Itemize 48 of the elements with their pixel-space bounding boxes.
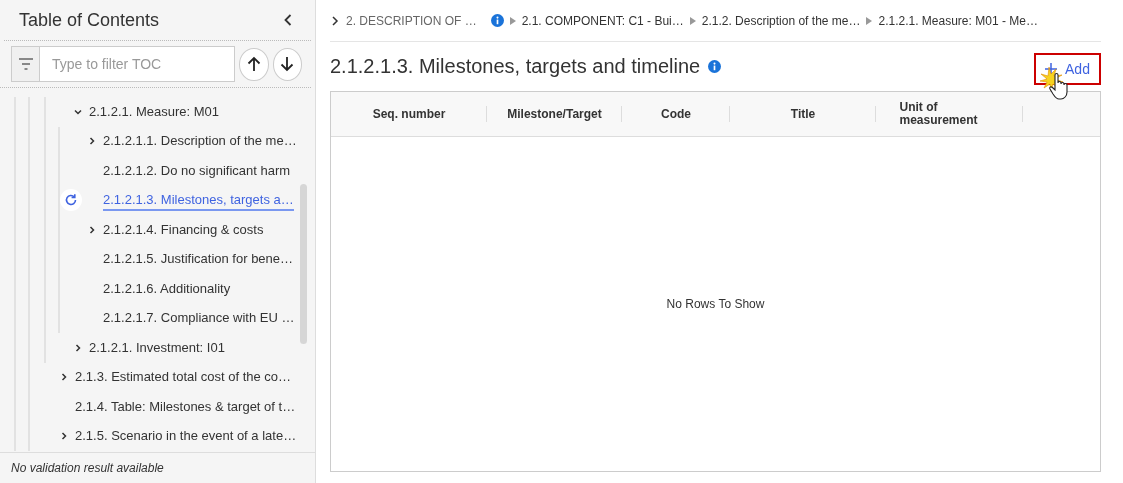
- filter-field[interactable]: Type to filter TOC: [40, 46, 235, 82]
- move-down-button[interactable]: [272, 47, 302, 81]
- filter-icon: [17, 58, 34, 70]
- chevron-right-icon[interactable]: [330, 14, 340, 27]
- toc-item[interactable]: 2.1.2.1.6. Additionality: [103, 277, 231, 300]
- breadcrumb-link[interactable]: 2. DESCRIPTION OF …: [346, 13, 477, 28]
- move-up-button[interactable]: [239, 47, 269, 81]
- column-header[interactable]: Unit of measurement: [899, 101, 1000, 127]
- toc-item[interactable]: 2.1.5. Scenario in the event of a late…: [75, 425, 297, 448]
- toc-item[interactable]: 2.1.3. Estimated total cost of the co…: [75, 366, 292, 389]
- toc-item[interactable]: 2.1.2.1.5. Justification for bene…: [103, 248, 294, 271]
- toc-item[interactable]: 2.1.2.1.3. Milestones, targets a…: [103, 189, 294, 212]
- arrow-up-icon: [246, 56, 261, 72]
- chevron-left-icon: [283, 13, 293, 27]
- sidebar-title: Table of Contents: [19, 9, 160, 31]
- chevron-right-icon[interactable]: [73, 342, 83, 353]
- column-header[interactable]: Milestone/Target: [507, 107, 602, 121]
- toc-item[interactable]: 2.1.2.1. Measure: M01: [89, 100, 220, 123]
- info-icon[interactable]: [490, 14, 504, 27]
- collapse-button[interactable]: [283, 13, 293, 27]
- toc-item[interactable]: 2.1.2.1.4. Financing & costs: [103, 218, 264, 241]
- empty-message: No Rows To Show: [666, 297, 765, 311]
- chevron-right-icon[interactable]: [59, 431, 69, 442]
- breadcrumb-separator-icon: [509, 16, 516, 25]
- toc-item[interactable]: 2.1.2.1. Investment: I01: [89, 336, 225, 359]
- arrow-down-icon: [280, 56, 295, 72]
- column-header[interactable]: Title: [790, 107, 816, 121]
- column-header[interactable]: Code: [661, 107, 691, 121]
- scrollbar[interactable]: [300, 184, 307, 344]
- chevron-right-icon[interactable]: [59, 372, 69, 383]
- toc-item[interactable]: 2.1.2.1.1. Description of the me…: [103, 130, 297, 153]
- breadcrumb-link[interactable]: 2.1.2. Description of the me…: [701, 13, 861, 28]
- breadcrumb-separator-icon: [689, 16, 696, 25]
- chevron-right-icon[interactable]: [87, 224, 97, 235]
- info-icon[interactable]: [708, 60, 722, 73]
- breadcrumb-link[interactable]: 2.1.2.1. Measure: M01 - Me…: [878, 13, 1038, 28]
- breadcrumb-separator-icon: [866, 16, 873, 25]
- filter-button[interactable]: [11, 46, 40, 82]
- toc-item[interactable]: 2.1.4. Table: Milestones & target of t…: [75, 395, 296, 418]
- toc-item[interactable]: 2.1.2.1.2. Do no significant harm: [103, 159, 291, 182]
- column-header[interactable]: Seq. number: [372, 107, 446, 121]
- section-title: 2.1.2.1.3. Milestones, targets and timeline: [330, 55, 701, 78]
- toc-item[interactable]: 2.1.2.1.7. Compliance with EU …: [103, 307, 295, 330]
- plus-icon: [1045, 62, 1058, 75]
- chevron-right-icon[interactable]: [87, 136, 97, 147]
- refresh-icon[interactable]: [64, 193, 78, 208]
- breadcrumb-link[interactable]: 2.1. COMPONENT: C1 - Bui…: [521, 13, 684, 28]
- validation-status: No validation result available: [11, 461, 164, 475]
